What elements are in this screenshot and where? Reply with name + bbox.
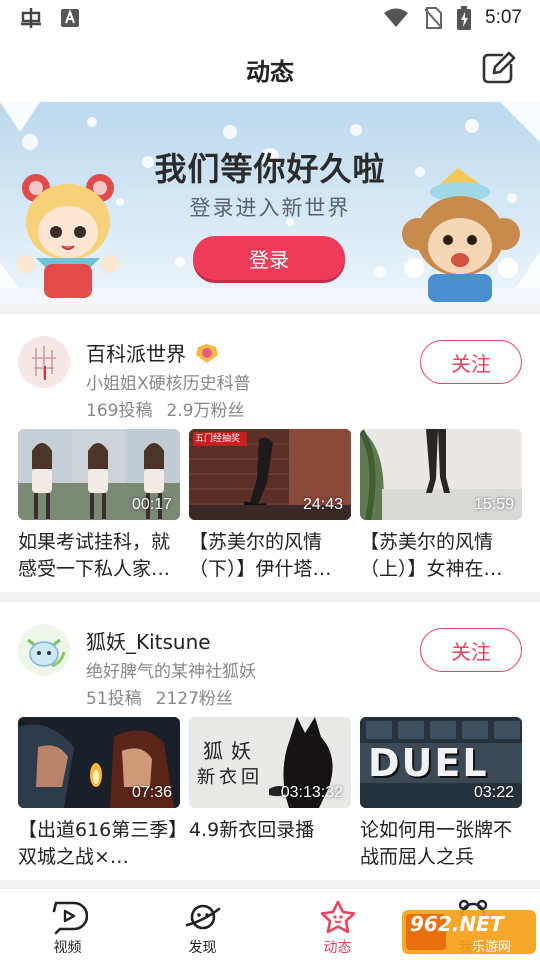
clock: 5:07 [485,7,522,28]
site-watermark: 962.NET 乐游网 [402,906,536,956]
video-title[interactable]: 【苏美尔的风情（下）】伊什塔… [189,529,351,583]
video-duration: 03:22 [473,784,514,801]
fan-count: 2.9万粉丝 [166,401,245,421]
planet-icon [185,904,220,930]
video-title[interactable]: 【出道616第三季】双城之战×… [18,817,180,871]
edit-post-icon[interactable] [480,50,516,86]
user-description: 小姐姐X硬核历史科普 [86,374,251,394]
avatar[interactable] [18,624,70,676]
video-duration: 24:43 [302,496,343,513]
video-duration: 07:36 [131,784,172,801]
video-thumbnail[interactable]: DUEL 03:22 [360,717,522,808]
video-duration: 03:13:32 [280,784,343,801]
avatar[interactable] [18,336,70,388]
video-thumbnail[interactable]: 15:59 [360,429,522,520]
post-count: 51投稿 [86,689,142,709]
verified-badge-icon [196,343,218,363]
promo-tag: 五门经抽奖 [195,434,241,444]
tab-label: 视频 [53,940,82,956]
video-title[interactable]: 4.9新衣回录播 [189,817,351,871]
fan-count: 2127粉丝 [155,689,233,709]
video-title[interactable]: 论如何用一张牌不战而屈人之兵 [360,817,522,871]
tab-video[interactable]: 视频 [0,889,135,960]
user-name[interactable]: 百科派世界 [86,338,220,367]
user-name[interactable]: 狐妖_Kitsune [86,626,211,655]
poster-text: 新 [197,767,215,788]
video-card[interactable]: DUEL 03:22 论如何用一张牌不战而屈人之兵 [360,717,522,871]
follow-button[interactable]: 关注 [420,340,522,384]
video-title[interactable]: 【苏美尔的风情（上）】女神在… [360,529,522,583]
video-thumbnail[interactable]: 五门经抽奖 24:43 [189,429,351,520]
section-divider [0,880,540,888]
watermark-subtext: 乐游网 [472,940,512,955]
font-app-icon [61,9,79,27]
login-banner: 我们等你好久啦 登录进入新世界 登录 [0,102,540,304]
section-divider [0,304,540,314]
video-duration: 15:59 [473,496,514,513]
user-description: 绝好脾气的某神社狐妖 [86,662,256,682]
star-face-icon [320,900,355,934]
battery-charging-icon [457,6,472,30]
page-title: 动态 [246,57,294,86]
poster-text: DUEL [368,741,489,785]
post-count: 169投稿 [86,401,153,421]
bug-app-icon [21,8,41,28]
poster-text: 回 [241,767,259,788]
user-stats: 169投稿 2.9万粉丝 [86,396,245,421]
wifi-icon [384,8,409,27]
video-title[interactable]: 如果考试挂科，就感受一下私人家… [18,529,180,583]
top-nav: 动态 [0,36,540,102]
watermark-text: 962.NET [410,912,504,936]
video-duration: 00:17 [131,496,172,513]
video-thumbnail[interactable]: 狐 妖 新 衣 回 03:13:32 [189,717,351,808]
poster-text: 衣 [219,767,237,788]
tab-label: 动态 [323,940,352,956]
video-thumbnail[interactable]: 00:17 [18,429,180,520]
status-bar: 5:07 [0,0,540,36]
user-stats: 51投稿 2127粉丝 [86,684,233,709]
video-row: 07:36 【出道616第三季】双城之战×… 狐 妖 新 衣 回 03:13:3… [18,717,522,871]
follow-button[interactable]: 关注 [420,628,522,672]
video-card[interactable]: 狐 妖 新 衣 回 03:13:32 4.9新衣回录播 [189,717,351,871]
banner-title: 我们等你好久啦 [154,150,386,188]
tab-discover[interactable]: 发现 [135,889,270,960]
poster-text: 狐 [203,739,223,763]
poster-text: 妖 [231,739,251,763]
banner-subtitle: 登录进入新世界 [189,196,351,220]
video-play-icon [52,901,88,935]
login-button[interactable]: 登录 [193,236,345,280]
user-name-text: 百科派世界 [86,342,186,366]
video-thumbnail[interactable]: 07:36 [18,717,180,808]
user-card: 狐妖_Kitsune 绝好脾气的某神社狐妖 51投稿 2127粉丝 关注 07:… [0,602,540,880]
user-card: 百科派世界 小姐姐X硬核历史科普 169投稿 2.9万粉丝 关注 00:17 如… [0,314,540,592]
video-card[interactable]: 15:59 【苏美尔的风情（上）】女神在… [360,429,522,583]
video-card[interactable]: 07:36 【出道616第三季】双城之战×… [18,717,180,871]
user-name-text: 狐妖_Kitsune [86,630,211,654]
video-card[interactable]: 00:17 如果考试挂科，就感受一下私人家… [18,429,180,583]
video-card[interactable]: 五门经抽奖 24:43 【苏美尔的风情（下）】伊什塔… [189,429,351,583]
no-sim-icon [424,7,443,29]
tab-label: 发现 [188,940,217,956]
video-row: 00:17 如果考试挂科，就感受一下私人家… 五门经抽奖 24:43 【苏美尔的… [18,429,522,583]
section-divider [0,592,540,602]
tab-feed[interactable]: 动态 [270,889,405,960]
